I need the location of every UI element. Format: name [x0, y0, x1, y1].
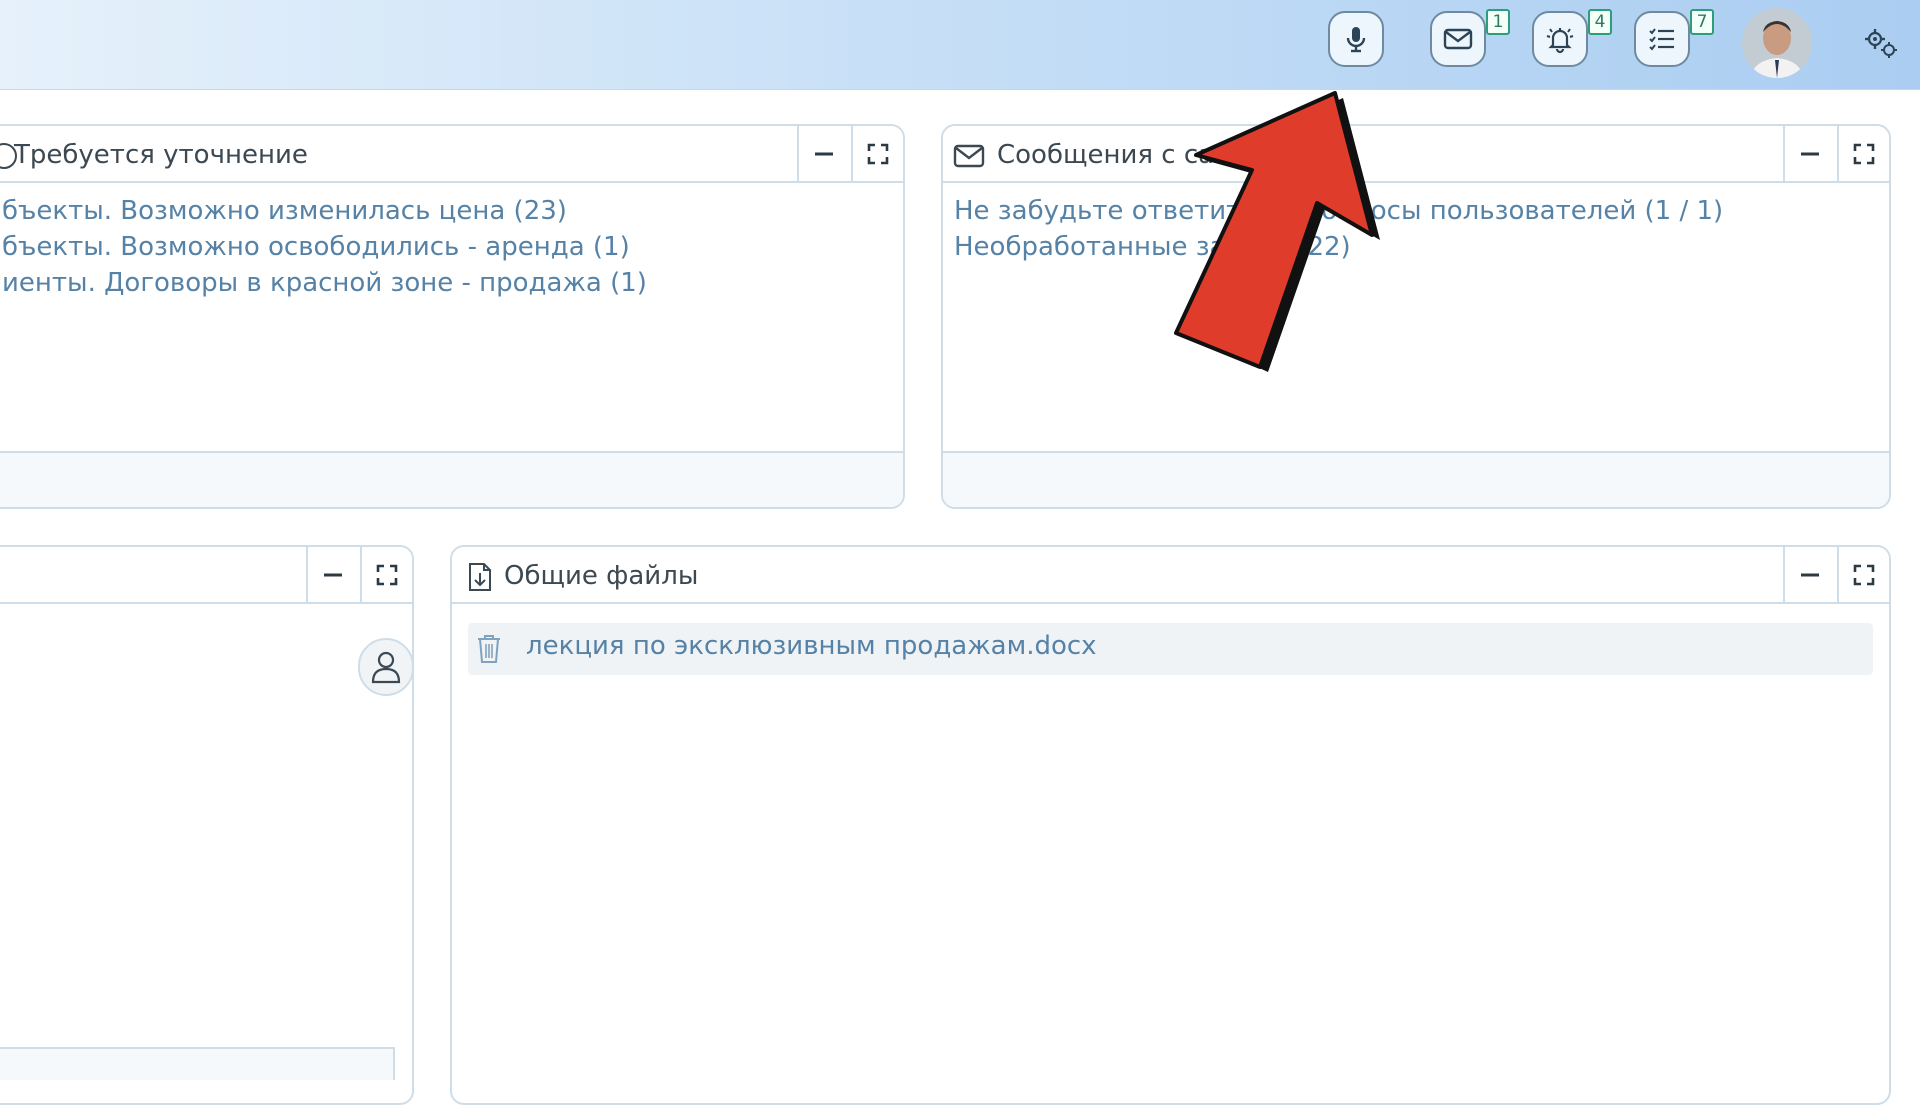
maximize-button[interactable]	[1837, 126, 1889, 181]
panel-title: Сообщения с сайта	[997, 140, 1263, 170]
mail-badge: 1	[1486, 9, 1510, 35]
mail-button[interactable]: 1	[1430, 9, 1510, 67]
maximize-button[interactable]	[360, 547, 412, 602]
minus-icon	[815, 152, 833, 155]
tasks-badge: 7	[1690, 9, 1714, 35]
expand-icon	[1853, 143, 1875, 164]
file-link[interactable]: лекция по эксклюзивным продажам.docx	[526, 631, 1097, 661]
expand-icon	[867, 143, 889, 164]
minimize-button[interactable]	[1783, 126, 1835, 181]
gears-icon[interactable]	[1862, 26, 1900, 60]
panel-footer	[943, 451, 1889, 507]
expand-icon	[1853, 564, 1875, 585]
panel-header	[0, 547, 412, 604]
panel-chat	[0, 545, 414, 1105]
list-item[interactable]: Необработанные заявки (22)	[954, 229, 1889, 265]
panel-shared-files: Общие файлы лекция по эксклюзивным прода…	[450, 545, 1891, 1105]
avatar[interactable]	[1742, 8, 1812, 78]
chat-input-bar	[0, 1047, 395, 1080]
person-icon	[371, 651, 401, 684]
minus-icon	[1801, 573, 1819, 576]
bell-icon	[1546, 28, 1574, 54]
list-item[interactable]: иенты. Договоры в красной зоне - продажа…	[2, 265, 903, 301]
panel-clarification: Требуется уточнение бъекты. Возможно изм…	[0, 124, 905, 509]
expand-icon	[376, 564, 398, 585]
trash-icon[interactable]	[474, 633, 504, 665]
microphone-button[interactable]	[1328, 11, 1384, 67]
panel-title: Требуется уточнение	[14, 140, 308, 170]
notifications-badge: 4	[1588, 9, 1612, 35]
file-download-icon	[469, 563, 491, 591]
messages-list: Не забудьте ответить на вопросы пользова…	[954, 193, 1889, 265]
panel-header: Общие файлы	[452, 547, 1889, 604]
list-item[interactable]: бъекты. Возможно освободились - аренда (…	[2, 229, 903, 265]
top-bar: 1 4 7	[0, 0, 1920, 90]
user-photo-icon	[1742, 8, 1812, 78]
minimize-button[interactable]	[306, 547, 358, 602]
clarification-list: бъекты. Возможно изменилась цена (23) бъ…	[2, 193, 903, 301]
minus-icon	[1801, 152, 1819, 155]
mail-icon	[1443, 28, 1473, 50]
maximize-button[interactable]	[1837, 547, 1889, 602]
user-button[interactable]	[358, 638, 414, 696]
list-item[interactable]: Не забудьте ответить на вопросы пользова…	[954, 193, 1889, 229]
minus-icon	[324, 573, 342, 576]
panel-site-messages: Сообщения с сайта Не забудьте ответить н…	[941, 124, 1891, 509]
mail-icon	[953, 144, 985, 168]
microphone-icon	[1346, 27, 1366, 53]
minimize-button[interactable]	[797, 126, 849, 181]
tasks-icon	[1649, 28, 1674, 51]
panel-header: Сообщения с сайта	[943, 126, 1889, 183]
maximize-button[interactable]	[851, 126, 903, 181]
list-item: лекция по эксклюзивным продажам.docx	[468, 623, 1873, 675]
panel-footer	[0, 451, 903, 507]
list-item[interactable]: бъекты. Возможно изменилась цена (23)	[2, 193, 903, 229]
tasks-button[interactable]: 7	[1634, 9, 1714, 67]
notifications-button[interactable]: 4	[1532, 9, 1612, 67]
minimize-button[interactable]	[1783, 547, 1835, 602]
panel-title: Общие файлы	[504, 561, 699, 591]
panel-header: Требуется уточнение	[0, 126, 903, 183]
